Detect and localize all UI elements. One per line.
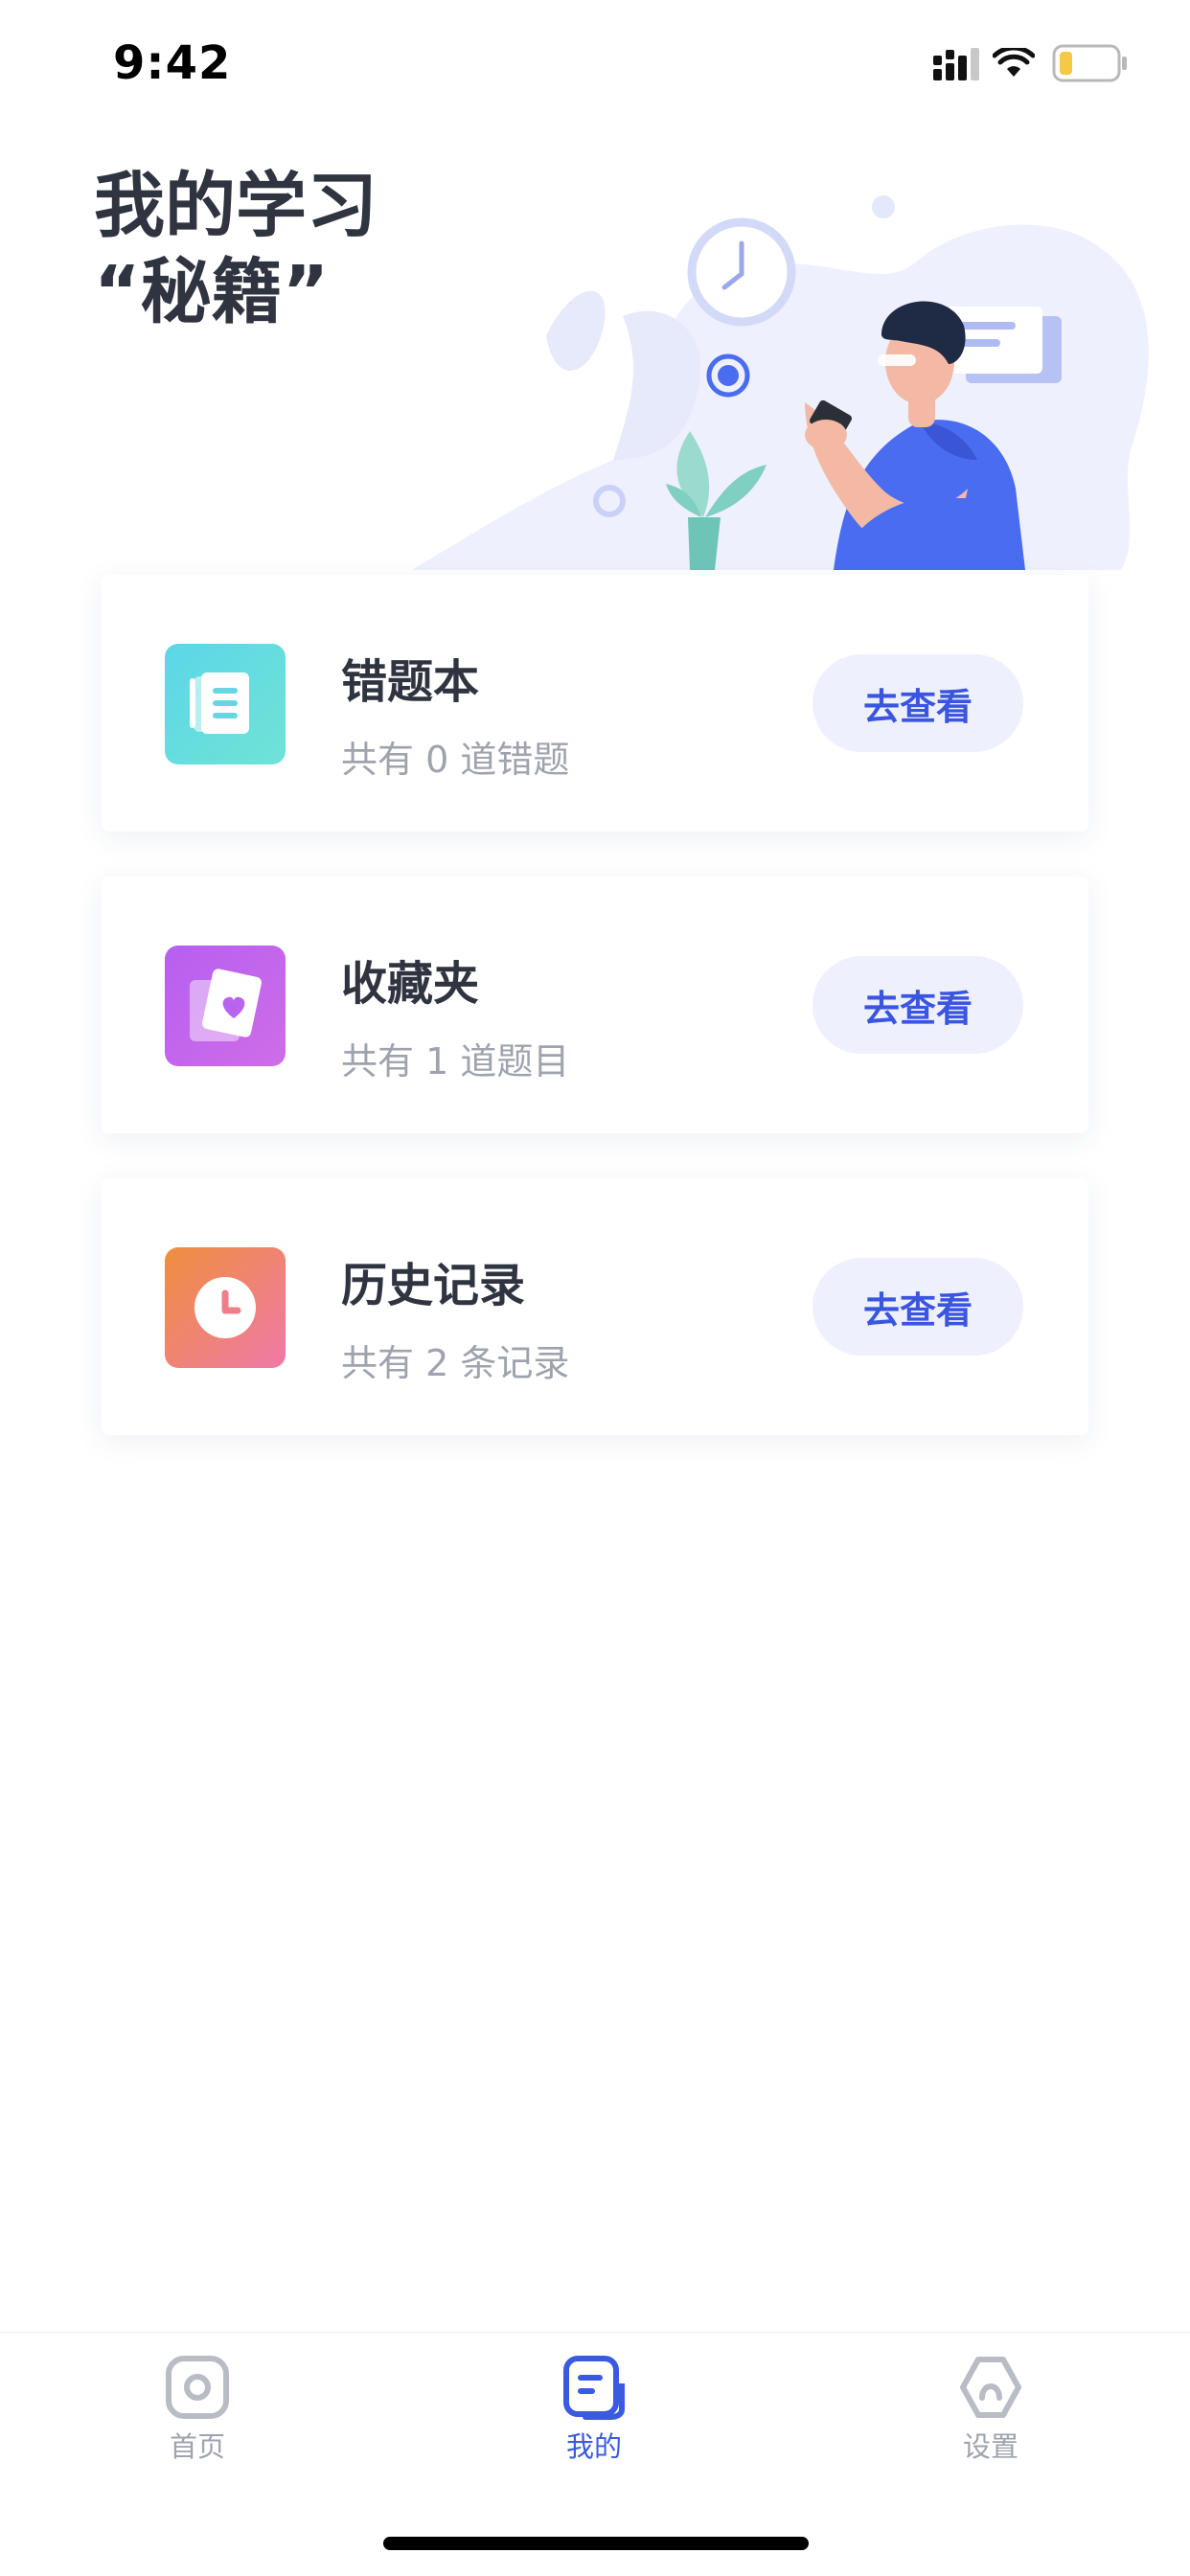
home-icon [166,2356,229,2419]
card-title: 错题本 [341,655,480,709]
mine-icon [563,2356,625,2420]
card-subtitle: 共有 1 道题目 [341,1040,570,1083]
view-history-button[interactable]: 去查看 [812,1258,1023,1356]
card-wrong-questions[interactable]: 错题本 共有 0 道错题 去查看 [102,575,1088,832]
signal-icon [933,48,979,80]
tab-label: 首页 [169,2430,225,2463]
heart-card-icon [165,946,286,1066]
settings-icon [960,2357,1021,2418]
page-title: 我的学习 “秘籍” [94,163,378,335]
battery-icon [1052,44,1127,82]
view-wrong-questions-button[interactable]: 去查看 [812,654,1023,752]
view-favorites-button[interactable]: 去查看 [812,956,1023,1054]
card-favorites[interactable]: 收藏夹 共有 1 道题目 去查看 [102,877,1088,1133]
wifi-icon [993,48,1035,77]
status-time: 9:42 [113,36,232,90]
card-history[interactable]: 历史记录 共有 2 条记录 去查看 [102,1178,1088,1435]
notebook-icon [165,644,286,764]
clock-icon [165,1247,286,1368]
tab-mine[interactable]: 我的 [498,2354,690,2469]
tab-label: 我的 [565,2430,622,2463]
card-subtitle: 共有 0 道错题 [341,739,570,781]
tab-label: 设置 [962,2430,1018,2463]
page-title-line1: 我的学习 [94,165,378,247]
hero-illustration [412,195,1149,570]
card-subtitle: 共有 2 条记录 [341,1342,570,1384]
status-bar: 9:42 [0,0,1190,126]
card-title: 收藏夹 [341,957,480,1011]
tab-home[interactable]: 首页 [102,2354,293,2469]
tab-settings[interactable]: 设置 [895,2354,1087,2469]
page-title-line2: “秘籍” [94,251,330,333]
home-indicator [383,2537,809,2550]
card-title: 历史记录 [341,1259,526,1312]
